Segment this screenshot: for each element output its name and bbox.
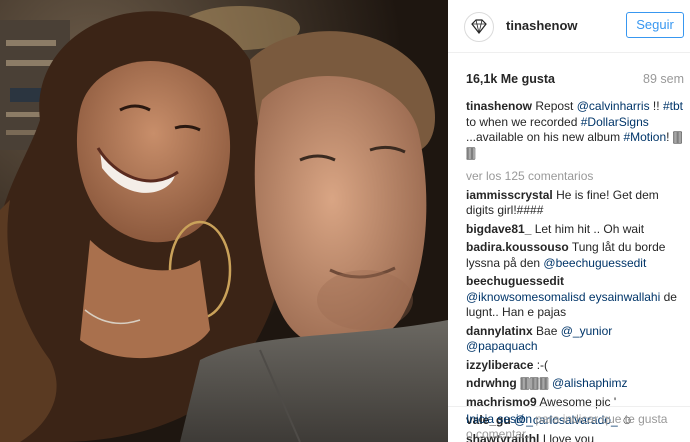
likes-row: 16,1k Me gusta 89 sem [466,72,684,90]
mention-link[interactable]: #tbt [663,99,683,113]
mention-link[interactable]: #Motion [623,130,666,144]
comment-text: Bae [532,323,561,338]
comment-text: :-( [533,357,549,372]
comment: izzyliberace :-( [466,358,684,374]
comment-items: iammisscrystal He is fine! Get dem digit… [466,188,684,442]
mention-link[interactable]: @beechuguessedit [543,256,646,270]
mention-link[interactable]: @_yunior [561,324,613,338]
post-photo[interactable] [0,0,448,442]
comment-username[interactable]: izzyliberace [466,358,533,372]
post-time[interactable]: 89 sem [643,72,684,86]
comment-text: !! [649,99,663,113]
header-username[interactable]: tinashenow [506,18,578,33]
mention-link[interactable]: #DollarSigns [581,115,649,129]
likes-count[interactable]: 16,1k Me gusta [466,72,555,86]
comment: dannylatinx Bae @_yunior @papaquach [466,324,684,355]
mention-link[interactable]: @iknowsomesomalisd eysainwallahi [466,290,660,304]
selfie-image [0,0,448,442]
post-header: tinashenow Seguir [448,0,690,53]
comment-username[interactable]: bigdave81_ [466,222,531,236]
avatar[interactable] [464,12,494,42]
follow-button[interactable]: Seguir [626,12,684,38]
instagram-post: tinashenow Seguir 16,1k Me gusta 89 sem … [0,0,690,442]
comment-text: to when we recorded [466,114,581,129]
comment-username[interactable]: ndrwhng [466,376,517,390]
diamond-logo-icon [471,19,487,34]
comment-username[interactable]: tinashenow [466,99,532,113]
comment-text: ...available on his new album [466,130,624,144]
comment-username[interactable]: dannylatinx [466,324,533,338]
mention-link[interactable]: @alishaphimz [552,376,628,390]
comment: badira.koussouso Tung låt du borde lyssn… [466,240,684,271]
comment-username[interactable]: iammisscrystal [466,188,553,202]
comments-list: tinashenow Repost @calvinharris !! #tbt … [466,99,684,442]
login-link[interactable]: Inicia sesión [466,412,532,426]
comment: bigdave81_ Let him hit .. Oh wait [466,222,684,238]
comment: iammisscrystal He is fine! Get dem digit… [466,188,684,219]
comment: ndrwhng 🀫🀫🀫 @alishaphimz [466,376,684,392]
comment-username[interactable]: beechuguessedit [466,274,564,288]
post-caption: tinashenow Repost @calvinharris !! #tbt … [466,99,684,161]
comment-username[interactable]: badira.koussouso [466,240,569,254]
mention-link[interactable]: @calvinharris [577,99,650,113]
mention-link[interactable]: @papaquach [466,339,538,353]
comment-text: 🀫🀫🀫 [516,376,552,390]
login-prompt: Inicia sesión para indicar que te gusta … [448,406,690,442]
comment: beechuguessedit @iknowsomesomalisd eysai… [466,274,684,321]
comment-text: Repost [532,99,577,113]
post-side-panel: tinashenow Seguir 16,1k Me gusta 89 sem … [448,0,690,442]
comment-text: Let him hit .. Oh wait [531,221,645,236]
view-all-comments-link[interactable]: ver los 125 comentarios [466,169,684,185]
